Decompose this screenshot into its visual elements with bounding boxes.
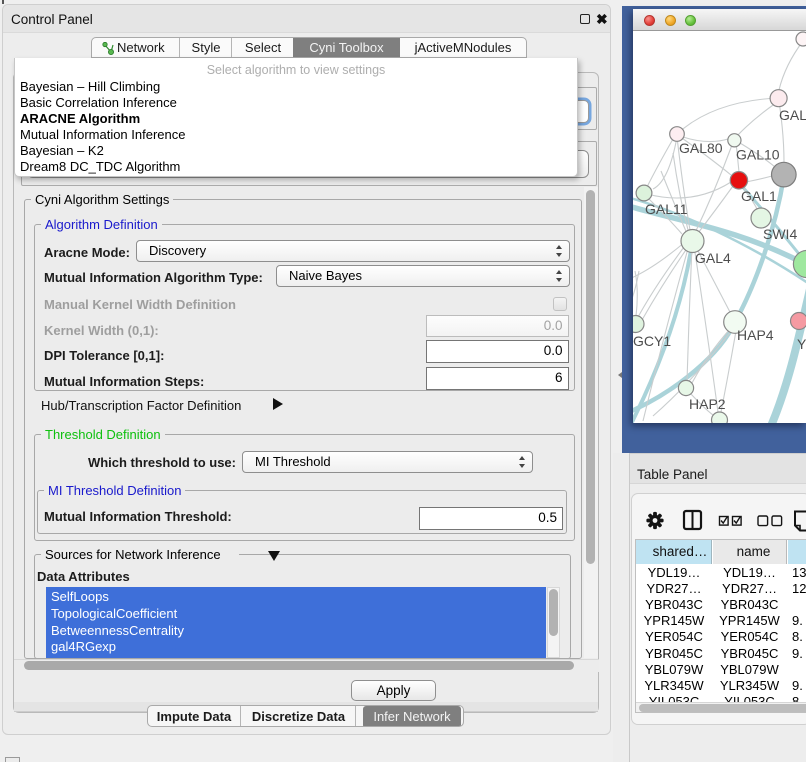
svg-text:GAL80: GAL80	[679, 140, 723, 156]
svg-text:GAL: GAL	[779, 107, 806, 123]
svg-text:HAP2: HAP2	[689, 396, 726, 412]
svg-text:SWI4: SWI4	[763, 226, 797, 242]
svg-text:HAP4: HAP4	[737, 327, 774, 343]
svg-text:GAL4: GAL4	[695, 250, 731, 266]
svg-text:GCY1: GCY1	[633, 333, 671, 349]
svg-text:GAL1: GAL1	[741, 188, 777, 204]
svg-text:GAL11: GAL11	[645, 201, 688, 217]
svg-text:YM: YM	[797, 336, 806, 352]
svg-text:GAL10: GAL10	[736, 147, 780, 163]
